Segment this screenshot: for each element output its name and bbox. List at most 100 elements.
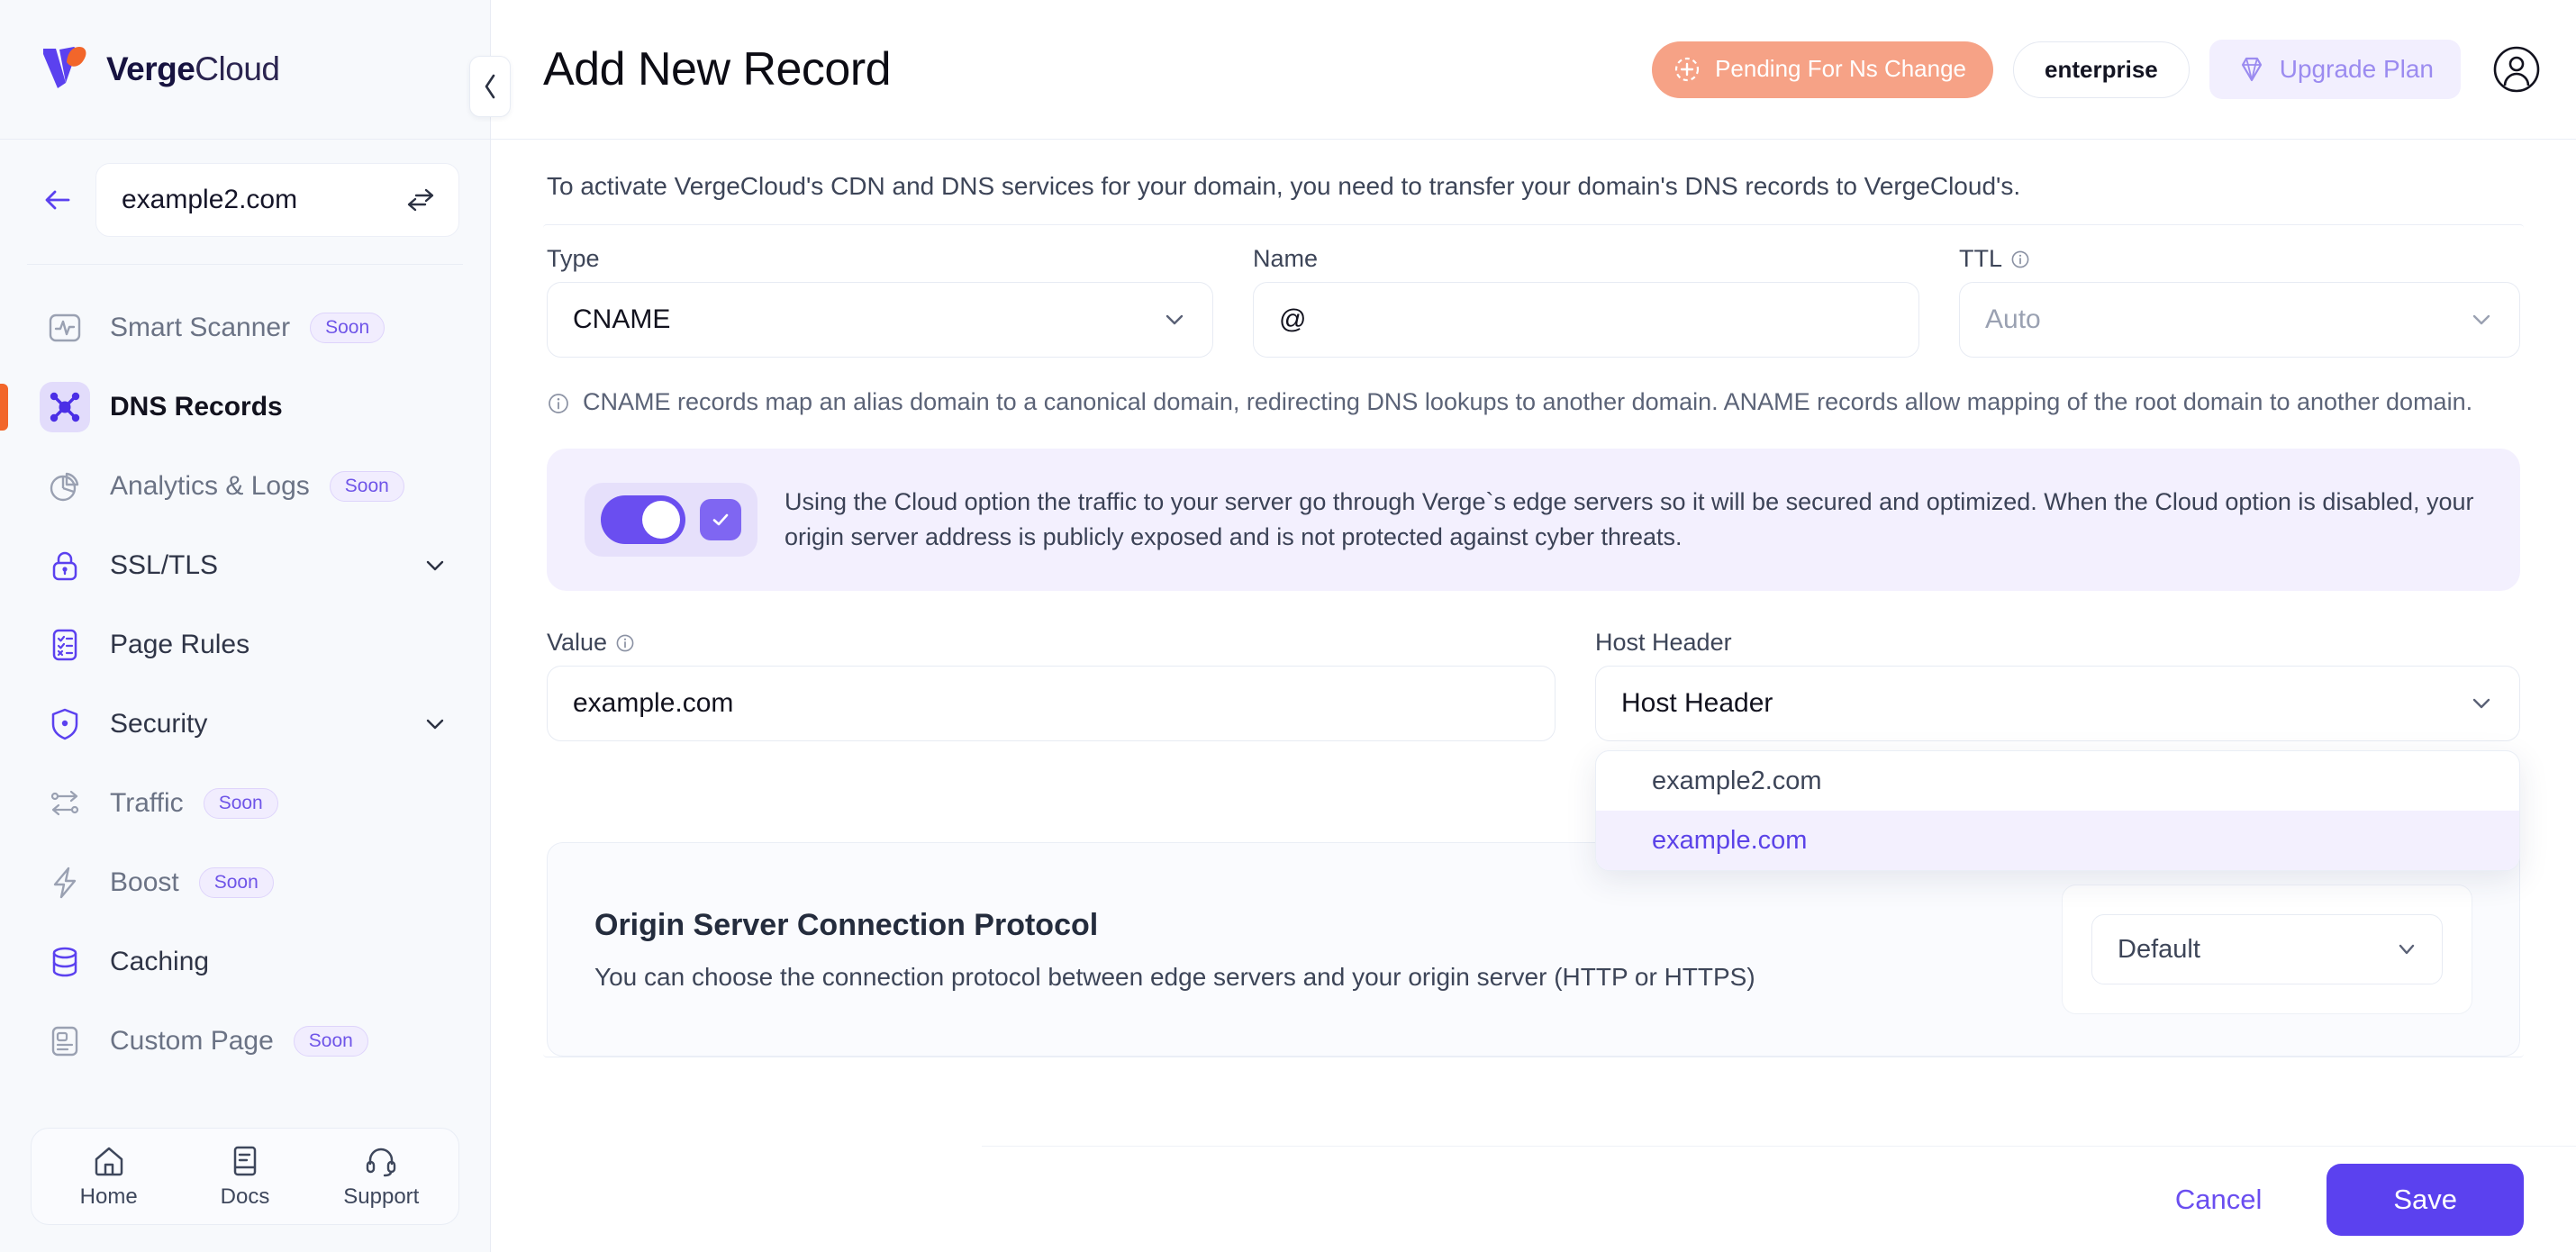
domain-name-label: example2.com	[122, 185, 298, 214]
sidebar-item-traffic[interactable]: Traffic Soon	[0, 764, 490, 843]
value-input[interactable]: example.com	[547, 666, 1556, 741]
footer-item-support[interactable]: Support	[313, 1143, 449, 1210]
soon-badge: Soon	[203, 788, 278, 819]
dropdown-option[interactable]: example2.com	[1596, 751, 2519, 811]
traffic-routes-icon	[40, 778, 90, 829]
swap-arrows-icon[interactable]	[404, 184, 437, 216]
info-icon	[547, 388, 570, 415]
sidebar-item-label: Page Rules	[110, 630, 250, 659]
sidebar-item-label: Analytics & Logs	[110, 471, 310, 501]
sidebar-item-label: SSL/TLS	[110, 550, 219, 580]
brand-logo[interactable]: VergeCloud	[38, 41, 280, 97]
origin-protocol-card: Origin Server Connection Protocol You ca…	[547, 842, 2520, 1057]
type-select[interactable]: CNAME	[547, 282, 1213, 358]
value-fields-row: Value example.com Host Header Host Heade…	[543, 591, 2524, 871]
lock-icon	[40, 540, 90, 591]
sidebar-item-page-rules[interactable]: Page Rules	[0, 605, 490, 685]
sidebar-item-security[interactable]: Security	[0, 685, 490, 764]
upgrade-plan-button[interactable]: Upgrade Plan	[2209, 40, 2461, 99]
status-badge[interactable]: Pending For Ns Change	[1652, 41, 1994, 98]
host-header-dropdown-menu: example2.com example.com	[1595, 750, 2520, 871]
ttl-field: TTL Auto	[1959, 245, 2520, 358]
sidebar-item-label: Custom Page	[110, 1026, 274, 1056]
custom-page-icon	[40, 1016, 90, 1066]
origin-protocol-select[interactable]: Default	[2091, 914, 2443, 984]
sidebar-item-boost[interactable]: Boost Soon	[0, 843, 490, 922]
value-field: Value example.com	[547, 629, 1556, 741]
sidebar-item-dns-records[interactable]: DNS Records	[0, 367, 490, 447]
footer-item-docs[interactable]: Docs	[177, 1143, 313, 1210]
domain-selector-row: example2.com	[0, 140, 490, 260]
chevron-down-icon[interactable]	[422, 552, 449, 579]
shield-icon	[40, 699, 90, 749]
chevron-down-icon	[2393, 936, 2420, 963]
status-badge-label: Pending For Ns Change	[1715, 55, 1967, 82]
home-icon	[91, 1143, 127, 1179]
cloud-option-text: Using the Cloud option the traffic to yo…	[785, 487, 2474, 550]
cancel-button[interactable]: Cancel	[2152, 1175, 2286, 1225]
info-icon[interactable]	[615, 633, 635, 653]
sidebar-item-label: Caching	[110, 947, 210, 976]
cloud-toggle-group[interactable]	[585, 483, 757, 557]
brand-name: VergeCloud	[106, 50, 280, 87]
chevron-down-icon	[1160, 305, 1189, 334]
vergecloud-logo-icon	[38, 41, 94, 97]
page-title: Add New Record	[543, 43, 892, 95]
chevron-down-icon[interactable]	[422, 711, 449, 738]
headset-icon	[363, 1143, 399, 1179]
sidebar-item-analytics-logs[interactable]: Analytics & Logs Soon	[0, 447, 490, 526]
value-label: Value	[547, 629, 1556, 657]
origin-protocol-subtitle: You can choose the connection protocol b…	[594, 962, 1755, 991]
ttl-select[interactable]: Auto	[1959, 282, 2520, 358]
upgrade-plan-label: Upgrade Plan	[2279, 55, 2434, 83]
ttl-label: TTL	[1959, 245, 2520, 273]
check-icon	[700, 499, 741, 540]
host-header-label: Host Header	[1595, 629, 1732, 656]
top-bar-actions: Pending For Ns Change enterprise Upgrade…	[1652, 40, 2542, 99]
chevron-down-icon	[2467, 689, 2496, 718]
sidebar-item-label: Smart Scanner	[110, 313, 291, 342]
sidebar-nav: Smart Scanner Soon DNS Records Analytics…	[0, 265, 490, 1128]
name-field: Name @	[1253, 245, 1919, 358]
origin-protocol-select-wrapper: Default	[2062, 885, 2472, 1014]
record-fields-row: Type CNAME Name @ TTL Auto	[543, 225, 2524, 358]
origin-protocol-title: Origin Server Connection Protocol	[594, 907, 1099, 942]
info-icon[interactable]	[2010, 249, 2030, 269]
origin-protocol-value: Default	[2118, 934, 2200, 964]
soon-badge: Soon	[310, 313, 385, 343]
sidebar-item-label: Traffic	[110, 788, 184, 818]
host-header-select[interactable]: Host Header	[1595, 666, 2520, 741]
user-avatar-icon[interactable]	[2491, 44, 2542, 95]
plan-badge[interactable]: enterprise	[2013, 41, 2190, 98]
host-header-field: Host Header Host Header example2.com exa…	[1595, 629, 2520, 871]
dns-nodes-icon	[40, 382, 90, 432]
save-button[interactable]: Save	[2327, 1163, 2524, 1236]
diamond-icon	[2236, 54, 2267, 85]
record-form: Type CNAME Name @ TTL Auto CNAME records…	[543, 224, 2524, 1057]
cloud-toggle[interactable]	[601, 495, 685, 544]
back-arrow-icon[interactable]	[40, 182, 76, 218]
sidebar-item-caching[interactable]: Caching	[0, 922, 490, 1002]
form-footer: Cancel Save	[982, 1146, 2576, 1252]
soon-badge: Soon	[198, 867, 274, 898]
value-text: example.com	[573, 688, 734, 718]
sidebar-item-custom-page[interactable]: Custom Page Soon	[0, 1002, 490, 1081]
pending-clock-icon	[1672, 54, 1702, 85]
plan-badge-label: enterprise	[2045, 55, 2158, 83]
sidebar-item-smart-scanner[interactable]: Smart Scanner Soon	[0, 288, 490, 367]
domain-switcher[interactable]: example2.com	[95, 163, 459, 237]
pulse-monitor-icon	[40, 303, 90, 353]
record-note-text: CNAME records map an alias domain to a c…	[583, 388, 2473, 415]
dropdown-option[interactable]: example.com	[1596, 811, 2519, 870]
footer-item-home[interactable]: Home	[41, 1143, 177, 1210]
soon-badge: Soon	[293, 1026, 368, 1057]
top-bar: Add New Record Pending For Ns Change ent…	[491, 0, 2576, 140]
name-input[interactable]: @	[1253, 282, 1919, 358]
chevron-left-icon	[485, 74, 495, 99]
app-root: VergeCloud example2.com Smart Scanner So…	[0, 0, 2576, 1252]
sidebar-collapse-button[interactable]	[469, 56, 511, 117]
type-value: CNAME	[573, 304, 671, 334]
sidebar-item-ssl-tls[interactable]: SSL/TLS	[0, 526, 490, 605]
type-field: Type CNAME	[547, 245, 1213, 358]
footer-item-label: Docs	[220, 1184, 270, 1209]
